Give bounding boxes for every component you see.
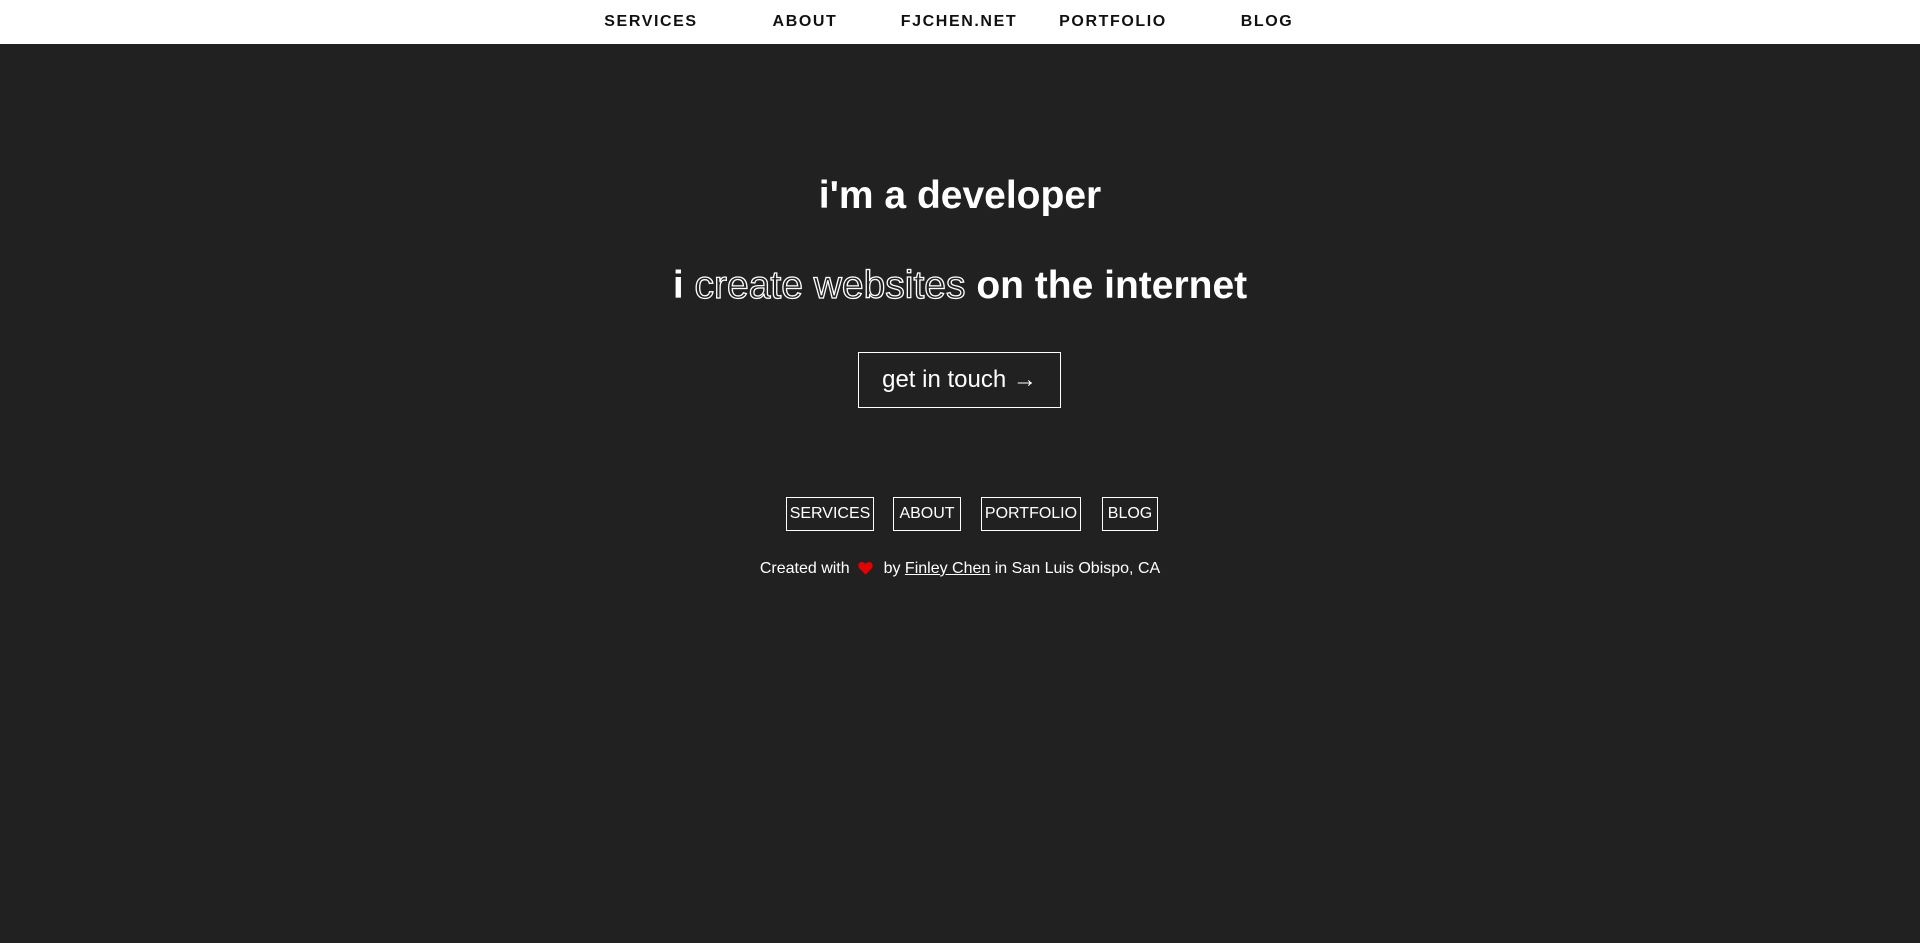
credit-by: by — [883, 560, 901, 577]
get-in-touch-button[interactable]: get in touch → — [858, 352, 1061, 408]
nav-link-about[interactable]: ABOUT — [728, 0, 882, 44]
hero-heading: i'm a developer — [818, 174, 1102, 217]
nav-link-services[interactable]: SERVICES — [574, 0, 728, 44]
top-navigation: SERVICES ABOUT FJCHEN.NET PORTFOLIO BLOG — [0, 0, 1920, 44]
nav-link-portfolio[interactable]: PORTFOLIO — [1036, 0, 1190, 44]
footer-link-portfolio[interactable]: PORTFOLIO — [981, 497, 1081, 531]
author-link[interactable]: Finley Chen — [905, 560, 990, 577]
footer-link-services[interactable]: SERVICES — [786, 497, 874, 531]
heart-icon — [858, 560, 873, 582]
nav-link-blog[interactable]: BLOG — [1190, 0, 1344, 44]
footer-link-blog[interactable]: BLOG — [1102, 497, 1158, 531]
footer-link-about[interactable]: ABOUT — [893, 497, 961, 531]
hero-prefix: i — [672, 264, 684, 307]
credit-suffix: in San Luis Obispo, CA — [994, 560, 1161, 577]
footer-credit: Created with by Finley Chen in San Luis … — [0, 558, 1920, 582]
hero-outlined-text: create websites — [694, 263, 966, 307]
hero-subheading: i create websites on the internet — [0, 258, 1920, 314]
hero-suffix: on the internet — [976, 264, 1248, 307]
credit-prefix: Created with — [759, 560, 850, 577]
nav-link-fjchen[interactable]: FJCHEN.NET — [882, 0, 1036, 44]
